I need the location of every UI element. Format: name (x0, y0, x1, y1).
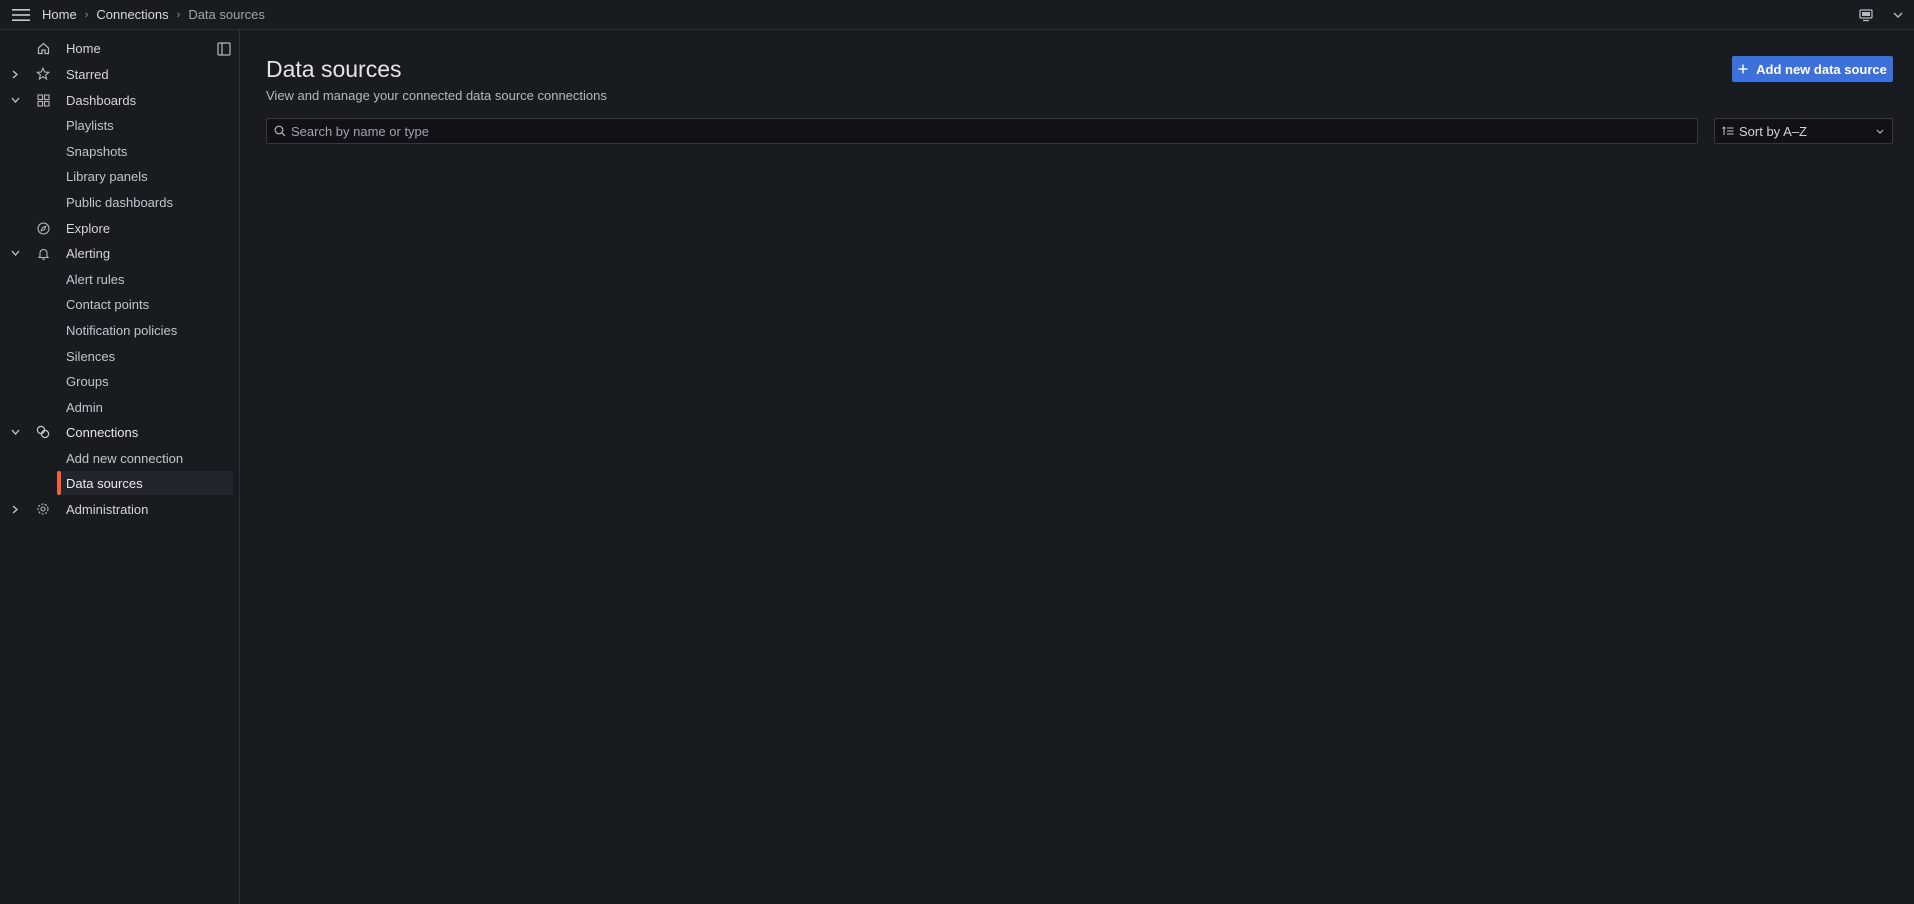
sidebar-item-add-new-connection[interactable]: Add new connection (0, 446, 233, 470)
sidebar-item-playlists[interactable]: Playlists (0, 113, 233, 137)
sidebar-item-dashboards[interactable]: Dashboards (0, 88, 233, 112)
breadcrumb-data-sources: Data sources (188, 7, 265, 22)
top-bar: Home › Connections › Data sources (0, 0, 1914, 30)
sidebar-item-label: Notification policies (66, 322, 178, 338)
sidebar-item-label: Contact points (66, 296, 150, 312)
sort-icon (1717, 126, 1739, 136)
sidebar-item-connections[interactable]: Connections (0, 420, 233, 444)
search-icon (269, 125, 291, 137)
chevron-down-icon[interactable] (9, 426, 21, 438)
search-box (266, 118, 1698, 144)
bell-icon (36, 246, 50, 260)
sort-value: Sort by A–Z (1739, 123, 1807, 139)
chevron-right-icon[interactable] (9, 503, 21, 515)
add-new-data-source-button[interactable]: Add new data source (1732, 56, 1893, 82)
sidebar-item-admin[interactable]: Admin (0, 395, 233, 419)
home-icon (36, 41, 50, 55)
sidebar-item-label: Playlists (66, 117, 114, 133)
sidebar-item-snapshots[interactable]: Snapshots (0, 139, 233, 163)
sidebar-item-label: Library panels (66, 168, 148, 184)
sidebar-item-label: Admin (66, 399, 103, 415)
sidebar: Home Starred Dashboards Playlists Snapsh… (0, 30, 240, 904)
sidebar-item-label: Snapshots (66, 143, 128, 159)
sidebar-item-public-dashboards[interactable]: Public dashboards (0, 190, 233, 214)
sidebar-item-label: Dashboards (66, 92, 137, 108)
search-input[interactable] (291, 119, 1681, 143)
main-content: Data sources View and manage your connec… (241, 31, 1914, 904)
plus-icon (1738, 62, 1748, 77)
chevron-right-icon[interactable] (9, 68, 21, 80)
sidebar-item-home[interactable]: Home (0, 36, 233, 60)
cog-icon (36, 502, 50, 516)
menu-icon[interactable] (0, 0, 42, 30)
sort-select[interactable]: Sort by A–Z (1714, 118, 1893, 144)
sidebar-item-starred[interactable]: Starred (0, 62, 233, 86)
sidebar-item-notification-policies[interactable]: Notification policies (0, 318, 233, 342)
breadcrumb-home[interactable]: Home (42, 7, 77, 22)
sidebar-item-contact-points[interactable]: Contact points (0, 292, 233, 316)
connections-icon (36, 425, 50, 439)
breadcrumb: Home › Connections › Data sources (42, 7, 265, 22)
apps-icon (36, 93, 50, 107)
sidebar-item-alert-rules[interactable]: Alert rules (0, 267, 233, 291)
chevron-down-icon[interactable] (9, 94, 21, 106)
chevron-right-icon: › (176, 8, 181, 21)
sidebar-item-explore[interactable]: Explore (0, 216, 233, 240)
sidebar-item-groups[interactable]: Groups (0, 369, 233, 393)
breadcrumb-connections[interactable]: Connections (96, 7, 168, 22)
star-icon (36, 67, 50, 81)
chevron-down-icon[interactable] (1882, 0, 1914, 30)
compass-icon (36, 221, 50, 235)
sidebar-item-label: Public dashboards (66, 194, 173, 210)
sidebar-item-label: Starred (66, 66, 109, 82)
sidebar-item-label: Explore (66, 220, 111, 236)
sidebar-item-library-panels[interactable]: Library panels (0, 164, 233, 188)
sidebar-item-label: Add new connection (66, 450, 184, 466)
sidebar-item-label: Groups (66, 373, 109, 389)
active-indicator (57, 471, 61, 495)
page-subtitle: View and manage your connected data sour… (266, 88, 607, 103)
sidebar-item-label: Alert rules (66, 271, 125, 287)
page-title: Data sources (266, 56, 402, 82)
sidebar-item-alerting[interactable]: Alerting (0, 241, 233, 265)
chevron-down-icon (1868, 129, 1892, 134)
sidebar-item-administration[interactable]: Administration (0, 497, 233, 521)
sidebar-item-label: Home (66, 40, 101, 56)
sidebar-item-silences[interactable]: Silences (0, 344, 233, 368)
add-button-label: Add new data source (1756, 61, 1887, 77)
sidebar-item-label: Silences (66, 348, 116, 364)
chevron-down-icon[interactable] (9, 247, 21, 259)
sidebar-item-label: Connections (66, 424, 139, 440)
sidebar-item-label: Administration (66, 501, 149, 517)
sidebar-item-data-sources[interactable]: Data sources (57, 471, 233, 495)
kiosk-mode-icon[interactable] (1850, 0, 1882, 30)
sidebar-item-label: Data sources (66, 475, 143, 491)
chevron-right-icon: › (84, 8, 89, 21)
sidebar-item-label: Alerting (66, 245, 111, 261)
